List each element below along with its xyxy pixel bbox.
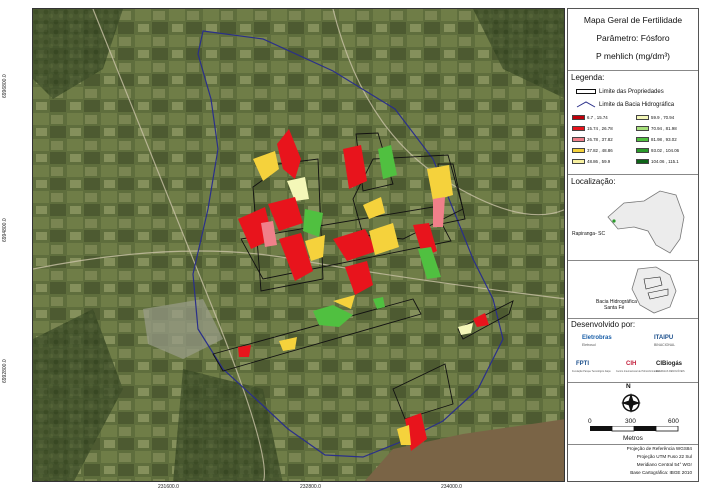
class-swatch <box>636 159 649 165</box>
north-label: N <box>626 383 631 390</box>
legend-class: 48.86 , 59.9 <box>572 159 611 165</box>
class-swatch <box>636 115 649 121</box>
legend-class: 104.06 , 115.1 <box>636 159 679 165</box>
cih-logo: CIH <box>626 361 637 367</box>
basin-label-line2: Santa Fé <box>604 305 625 311</box>
class-swatch <box>572 137 585 143</box>
itaipu-logo: ITAIPU <box>654 335 674 341</box>
legend-class: 70.94 , 81.98 <box>636 126 677 132</box>
eletrobras-logo: Eletrobras <box>582 335 612 341</box>
class-swatch <box>572 148 585 154</box>
y-tick-label: 6996800.0 <box>2 74 8 98</box>
x-tick-label: 231600.0 <box>158 484 179 490</box>
basin-outline-map <box>631 266 677 314</box>
location-marker <box>612 219 616 223</box>
class-swatch <box>572 126 585 132</box>
credit-line: Projeção UTM Fuso 22 Sul <box>636 454 692 459</box>
credit-line: Meridiano Central 54° WGr <box>636 462 692 467</box>
location-heading: Localização: <box>571 177 616 186</box>
legend-class: 15.74 , 26.78 <box>572 126 613 132</box>
scale-unit: Metros <box>623 435 643 442</box>
basin-inset: Bacia Hidrográfica Santa Fé <box>568 261 698 319</box>
north-arrow-icon <box>621 393 641 413</box>
class-label: 6.7 , 15.74 <box>587 115 608 120</box>
eletrobras-sub: Eletrosul <box>582 343 596 347</box>
basin-limit-swatch <box>576 101 596 108</box>
property-limit-label: Limite das Propriedades <box>599 89 664 96</box>
legend-property-limit: Limite das Propriedades <box>576 89 664 95</box>
legend-class: 59.9 , 70.94 <box>636 115 675 121</box>
fpti-logo: FPTI <box>576 361 589 367</box>
map-view[interactable] <box>32 8 565 482</box>
legend-class: 26.78 , 37.82 <box>572 137 613 143</box>
class-label: 104.06 , 115.1 <box>651 159 679 164</box>
basin-limit-label: Limite da Bacia Hidrográfica <box>599 102 675 109</box>
legend-class: 6.7 , 15.74 <box>572 115 608 121</box>
cih-sub: Centro Internacional de Hidroinformática <box>616 370 659 373</box>
legend: Legenda: Limite das Propriedades Limite … <box>568 71 698 175</box>
map-panel: Mapa Geral de Fertilidade Parâmetro: Fós… <box>567 8 699 482</box>
class-label: 26.78 , 37.82 <box>587 137 613 142</box>
cibiogas-logo: CIBiogás <box>656 361 683 367</box>
property-limit-swatch <box>576 89 596 94</box>
credits: Projeção de Referência WGS84 Projeção UT… <box>568 445 698 483</box>
class-label: 81.98 , 93.02 <box>651 137 677 142</box>
class-label: 93.02 , 104.06 <box>651 148 680 153</box>
class-swatch <box>636 137 649 143</box>
fpti-sub: Fundação Parque Tecnológico Itaipu <box>572 370 611 373</box>
map-layout: 6996800.0 6994800.0 6992800.0 231600.0 2… <box>0 0 703 494</box>
scale-bar <box>590 426 679 432</box>
parameter-label: Parâmetro: Fósforo <box>596 33 670 43</box>
map-canvas <box>33 9 564 481</box>
class-label: 37.82 , 48.86 <box>587 148 613 153</box>
y-tick-label: 6992800.0 <box>2 359 8 383</box>
class-swatch <box>572 159 585 165</box>
legend-class: 37.82 , 48.86 <box>572 148 613 154</box>
scale-value-600: 600 <box>668 418 679 425</box>
city-label: Rapiranga- SC <box>572 231 606 237</box>
x-tick-label: 234000.0 <box>441 484 462 490</box>
itaipu-sub: BINACIONAL <box>654 343 676 347</box>
credit-line: Projeção de Referência WGS84 <box>626 446 692 451</box>
credit-line: Base Cartográfica: IBGE 2010 <box>630 470 692 475</box>
state-outline-map <box>607 190 685 254</box>
location-inset: Localização: Rapiranga- SC <box>568 175 698 261</box>
map-title: Mapa Geral de Fertilidade <box>583 15 683 25</box>
legend-basin-limit: Limite da Bacia Hidrográfica <box>576 101 674 108</box>
class-label: 48.86 , 59.9 <box>587 159 611 164</box>
title-block: Mapa Geral de Fertilidade Parâmetro: Fós… <box>568 9 698 71</box>
legend-class: 81.98 , 93.02 <box>636 137 677 143</box>
class-label: 59.9 , 70.94 <box>651 115 675 120</box>
cibiogas-sub: ENERGIAS RENOVÁVEIS <box>656 370 685 373</box>
unit-label: P mehlich (mg/dm³) <box>596 51 670 61</box>
developed-by-heading: Desenvolvido por: <box>571 320 636 329</box>
scale-value-0: 0 <box>588 418 592 425</box>
class-label: 70.94 , 81.98 <box>651 126 677 131</box>
x-tick-label: 232800.0 <box>300 484 321 490</box>
legend-heading: Legenda: <box>571 73 605 82</box>
developed-by: Desenvolvido por: Eletrobras Eletrosul I… <box>568 319 698 383</box>
class-swatch <box>636 148 649 154</box>
legend-class: 93.02 , 104.06 <box>636 148 680 154</box>
scale-and-north: N 0 300 600 Metros <box>568 383 698 445</box>
class-swatch <box>636 126 649 132</box>
class-swatch <box>572 115 585 121</box>
class-label: 15.74 , 26.78 <box>587 126 613 131</box>
scale-value-300: 300 <box>625 418 636 425</box>
y-tick-label: 6994800.0 <box>2 218 8 242</box>
